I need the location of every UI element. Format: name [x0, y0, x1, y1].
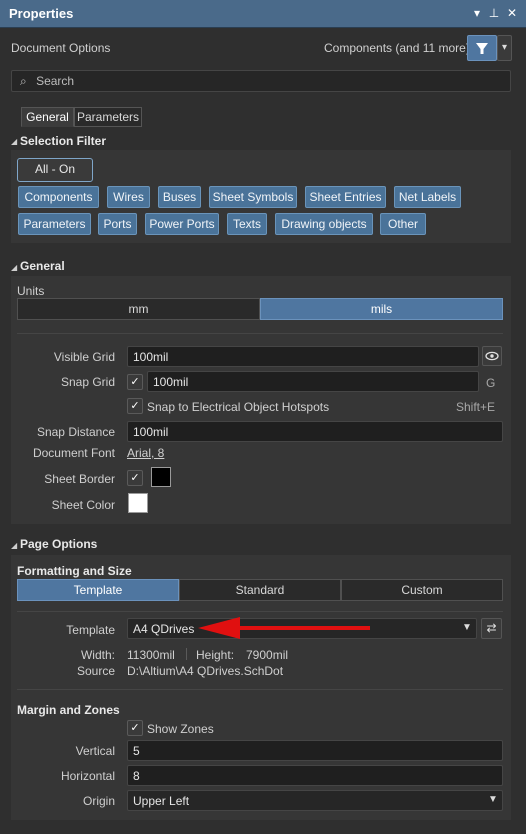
check-icon: ✓: [130, 472, 140, 484]
template-label: Template: [66, 623, 115, 637]
filter-power-ports-button[interactable]: Power Ports: [145, 213, 219, 235]
snap-hotspots-checkbox[interactable]: ✓: [127, 398, 143, 414]
height-value: 7900mil: [246, 648, 289, 662]
panel-title: Properties: [9, 6, 74, 21]
sheet-border-label: Sheet Border: [44, 472, 115, 486]
source-value: D:\Altium\A4 QDrives.SchDot: [127, 664, 284, 678]
search-icon: ⌕: [20, 74, 27, 88]
filter-net-labels-button[interactable]: Net Labels: [394, 186, 461, 208]
filter-button[interactable]: [467, 35, 497, 61]
check-icon: ✓: [130, 722, 140, 734]
snap-grid-label: Snap Grid: [60, 375, 115, 389]
tab-general[interactable]: General: [21, 107, 74, 127]
filter-ports-button[interactable]: Ports: [98, 213, 137, 235]
snap-grid-checkbox[interactable]: ✓: [127, 374, 143, 390]
document-font-link[interactable]: Arial, 8: [127, 446, 164, 460]
origin-value: Upper Left: [133, 794, 190, 808]
visible-grid-input[interactable]: 100mil: [127, 346, 479, 367]
visibility-toggle[interactable]: [482, 346, 502, 366]
divider: [17, 611, 503, 612]
sheet-color-label: Sheet Color: [51, 498, 115, 512]
annotation-arrow: [198, 617, 370, 639]
width-label: Width:: [80, 648, 115, 662]
units-label: Units: [17, 284, 45, 298]
snap-distance-label: Snap Distance: [36, 425, 115, 439]
tab-parameters[interactable]: Parameters: [74, 107, 142, 127]
search-field[interactable]: ⌕ Search: [11, 70, 511, 92]
origin-label: Origin: [82, 794, 115, 808]
horizontal-input[interactable]: 8: [127, 765, 503, 786]
source-label: Source: [76, 664, 115, 678]
filter-sheet-symbols-button[interactable]: Sheet Symbols: [209, 186, 297, 208]
units-mils-option[interactable]: mils: [260, 298, 503, 320]
check-icon: ✓: [130, 400, 140, 412]
separator: [186, 648, 187, 660]
check-icon: ✓: [130, 376, 140, 388]
pin-icon[interactable]: ⊥: [486, 5, 502, 21]
collapse-icon[interactable]: ◢: [11, 263, 17, 272]
page-options-heading: Page Options: [20, 537, 98, 551]
object-filter-summary: Components (and 11 more): [324, 41, 470, 55]
margin-zones-heading: Margin and Zones: [17, 703, 120, 717]
document-font-label: Document Font: [32, 446, 115, 460]
filter-other-button[interactable]: Other: [380, 213, 426, 235]
document-options-label: Document Options: [11, 41, 111, 55]
show-zones-label: Show Zones: [147, 722, 214, 736]
filter-dropdown-icon[interactable]: ▾: [497, 35, 512, 61]
swap-arrows-icon: ⇄: [486, 621, 497, 635]
filter-parameters-button[interactable]: Parameters: [18, 213, 91, 235]
snap-grid-input[interactable]: 100mil: [147, 371, 479, 392]
selection-filter-heading: Selection Filter: [20, 134, 107, 148]
vertical-label: Vertical: [75, 744, 115, 758]
mode-custom-option[interactable]: Custom: [341, 579, 503, 601]
mode-standard-option[interactable]: Standard: [179, 579, 341, 601]
template-value: A4 QDrives: [133, 622, 195, 636]
filter-drawing-objects-button[interactable]: Drawing objects: [275, 213, 373, 235]
eye-icon: [485, 351, 499, 361]
snap-hotspots-label: Snap to Electrical Object Hotspots: [147, 400, 330, 414]
snap-grid-shortcut: G: [486, 376, 496, 390]
collapse-icon[interactable]: ◢: [11, 137, 17, 146]
units-mm-option[interactable]: mm: [17, 298, 260, 320]
search-input[interactable]: Search: [36, 74, 74, 88]
general-heading: General: [20, 259, 65, 273]
formatting-size-heading: Formatting and Size: [17, 564, 132, 578]
sheet-border-color-swatch[interactable]: [151, 467, 171, 487]
divider: [17, 689, 503, 690]
refresh-template-button[interactable]: ⇄: [481, 618, 502, 639]
horizontal-label: Horizontal: [60, 769, 115, 783]
sheet-color-swatch[interactable]: [128, 493, 148, 513]
chevron-down-icon: ▼: [462, 622, 472, 633]
height-label: Height:: [196, 648, 235, 662]
filter-icon: [476, 43, 488, 54]
show-zones-checkbox[interactable]: ✓: [127, 720, 143, 736]
mode-template-option[interactable]: Template: [17, 579, 179, 601]
snap-distance-input[interactable]: 100mil: [127, 421, 503, 442]
chevron-down-icon: ▼: [488, 794, 498, 805]
divider: [17, 333, 503, 334]
all-on-button[interactable]: All - On: [17, 158, 93, 182]
dropdown-icon[interactable]: ▾: [469, 5, 485, 21]
filter-sheet-entries-button[interactable]: Sheet Entries: [305, 186, 386, 208]
filter-components-button[interactable]: Components: [18, 186, 99, 208]
width-value: 11300mil: [127, 648, 175, 662]
filter-texts-button[interactable]: Texts: [227, 213, 267, 235]
sheet-border-checkbox[interactable]: ✓: [127, 470, 143, 486]
panel-titlebar: Properties ▾ ⊥ ✕: [0, 0, 526, 28]
visible-grid-label: Visible Grid: [53, 350, 115, 364]
snap-hotspots-shortcut: Shift+E: [456, 400, 496, 414]
filter-wires-button[interactable]: Wires: [107, 186, 150, 208]
filter-buses-button[interactable]: Buses: [158, 186, 201, 208]
vertical-input[interactable]: 5: [127, 740, 503, 761]
collapse-icon[interactable]: ◢: [11, 541, 17, 550]
origin-select[interactable]: Upper Left: [127, 790, 503, 811]
close-icon[interactable]: ✕: [504, 5, 520, 21]
